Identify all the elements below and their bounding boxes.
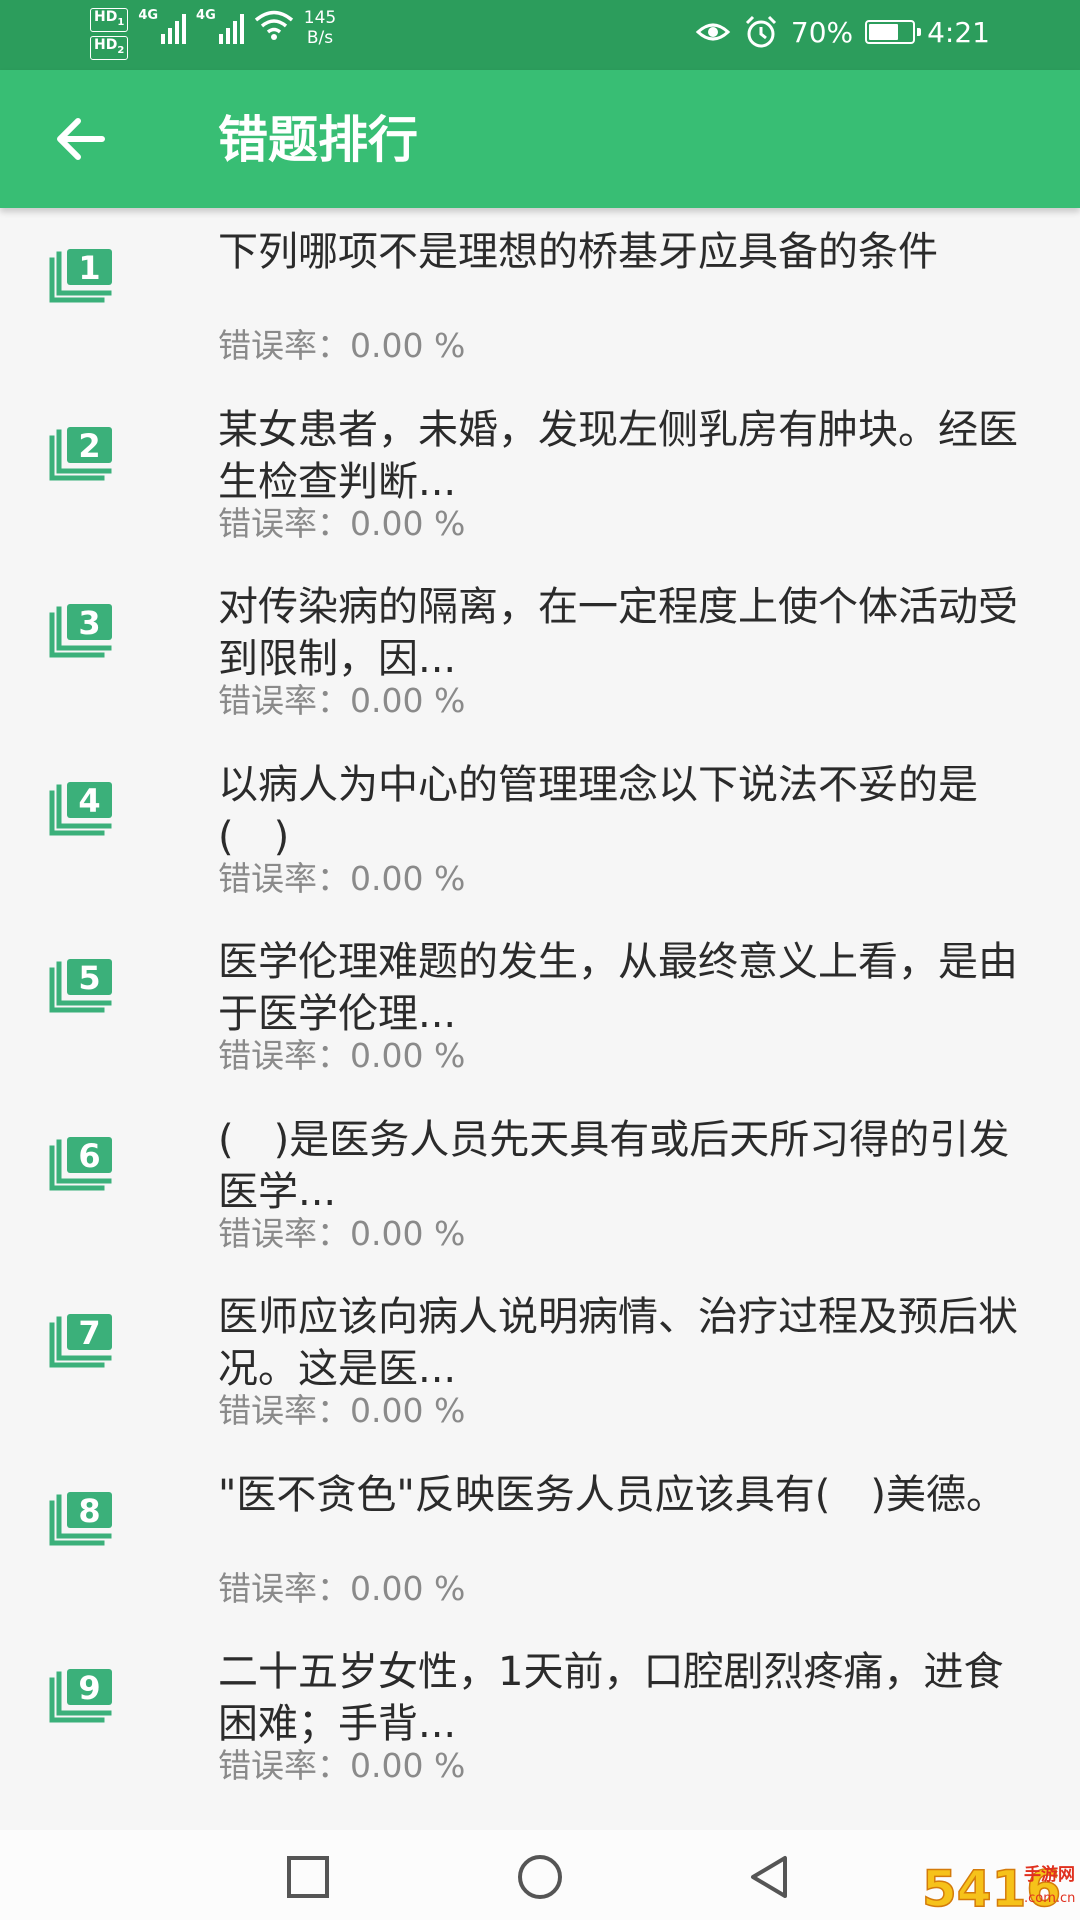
rank-number: 8 xyxy=(78,1492,100,1530)
question-text: 医师应该向病人说明病情、治疗过程及预后状况。这是医... xyxy=(218,1294,1018,1392)
rank-number: 7 xyxy=(78,1314,100,1352)
rank-badge-icon: 6 xyxy=(49,1136,112,1190)
question-text: 二十五岁女性，1天前，口腔剧烈疼痛，进食困难；手背... xyxy=(218,1649,1004,1747)
wrong-question-list: 1 下列哪项不是理想的桥基牙应具备的条件 错误率：0.00 % 2 某女患者，未… xyxy=(0,208,1080,1806)
error-rate: 错误率：0.00 % xyxy=(218,681,466,720)
error-rate: 错误率：0.00 % xyxy=(218,503,466,543)
watermark-text-bottom: .com.cn xyxy=(1024,1891,1075,1906)
wifi-icon xyxy=(254,10,293,40)
watermark-text-top: 手游网 xyxy=(1024,1864,1075,1885)
question-text: "医不贪色"反映医务人员应该具有( )美德。 xyxy=(218,1471,1007,1518)
question-text: 以病人为中心的管理理念以下说法不妥的是( ) xyxy=(218,761,978,860)
back-triangle-icon[interactable] xyxy=(745,1852,795,1902)
question-text: 某女患者，未婚，发现左侧乳房有肿块。经医生检查判断... xyxy=(218,406,1018,505)
error-rate: 错误率：0.00 % xyxy=(218,1391,466,1430)
alarm-icon xyxy=(745,15,776,48)
list-item[interactable]: 8 "医不贪色"反映医务人员应该具有( )美德。 错误率：0.00 % xyxy=(0,1451,1080,1629)
signal-icon-1: 4G xyxy=(138,8,187,44)
list-item[interactable]: 7 医师应该向病人说明病情、治疗过程及预后状况。这是医... 错误率：0.00 … xyxy=(0,1273,1080,1451)
list-item[interactable]: 1 下列哪项不是理想的桥基牙应具备的条件 错误率：0.00 % xyxy=(0,208,1080,386)
status-bar: HD1 HD2 4G 4G 145 B/s 70% 4:21 xyxy=(0,0,1080,70)
site-watermark-logo: 5416 手游网 .com.cn xyxy=(921,1859,1075,1919)
home-circle-icon[interactable] xyxy=(515,1852,565,1902)
back-arrow-icon[interactable] xyxy=(50,109,110,169)
question-text: ( )是医务人员先天具有或后天所习得的引发医学... xyxy=(218,1116,1010,1215)
recents-square-icon[interactable] xyxy=(283,1852,333,1902)
list-item[interactable]: 5 医学伦理难题的发生，从最终意义上看，是由于医学伦理... 错误率：0.00 … xyxy=(0,918,1080,1096)
clock: 4:21 xyxy=(927,15,990,49)
network-speed: 145 B/s xyxy=(303,8,337,48)
rank-badge-icon: 7 xyxy=(49,1314,112,1368)
error-rate: 错误率：0.00 % xyxy=(218,1746,466,1785)
rank-badge-icon: 2 xyxy=(49,426,112,480)
navigation-bar xyxy=(0,1830,1080,1920)
error-rate: 错误率：0.00 % xyxy=(218,1213,466,1253)
question-text: 下列哪项不是理想的桥基牙应具备的条件 xyxy=(218,229,938,275)
app-bar: 错题排行 xyxy=(0,70,1080,208)
page-title: 错题排行 xyxy=(218,111,418,169)
list-item[interactable]: 2 某女患者，未婚，发现左侧乳房有肿块。经医生检查判断... 错误率：0.00 … xyxy=(0,386,1080,564)
rank-number: 4 xyxy=(78,782,100,820)
error-rate: 错误率：0.00 % xyxy=(218,858,466,898)
list-item[interactable]: 4 以病人为中心的管理理念以下说法不妥的是( ) 错误率：0.00 % xyxy=(0,741,1080,919)
question-text: 对传染病的隔离，在一定程度上使个体活动受到限制，因... xyxy=(218,584,1018,682)
battery-percent: 70% xyxy=(790,15,854,49)
hd-badge-1: HD1 xyxy=(90,8,129,32)
rank-number: 1 xyxy=(78,249,100,287)
rank-badge-icon: 9 xyxy=(49,1669,112,1723)
signal-icon-2: 4G xyxy=(196,8,244,44)
list-item[interactable]: 9 二十五岁女性，1天前，口腔剧烈疼痛，进食困难；手背... 错误率：0.00 … xyxy=(0,1628,1080,1806)
battery-icon xyxy=(865,20,922,44)
rank-badge-icon: 4 xyxy=(49,781,112,835)
eye-icon xyxy=(695,23,731,41)
rank-number: 9 xyxy=(78,1669,100,1707)
rank-number: 5 xyxy=(78,959,100,997)
question-text: 医学伦理难题的发生，从最终意义上看，是由于医学伦理... xyxy=(218,939,1018,1037)
rank-badge-icon: 3 xyxy=(49,604,112,658)
rank-badge-icon: 5 xyxy=(49,959,112,1013)
list-item[interactable]: 6 ( )是医务人员先天具有或后天所习得的引发医学... 错误率：0.00 % xyxy=(0,1096,1080,1274)
error-rate: 错误率：0.00 % xyxy=(218,326,466,365)
hd-badge-2: HD2 xyxy=(90,35,129,60)
error-rate: 错误率：0.00 % xyxy=(218,1036,466,1075)
error-rate: 错误率：0.00 % xyxy=(218,1568,466,1608)
rank-number: 6 xyxy=(78,1137,100,1175)
rank-number: 3 xyxy=(78,604,100,642)
rank-badge-icon: 1 xyxy=(49,249,112,303)
rank-number: 2 xyxy=(78,427,100,465)
list-item[interactable]: 3 对传染病的隔离，在一定程度上使个体活动受到限制，因... 错误率：0.00 … xyxy=(0,563,1080,741)
rank-badge-icon: 8 xyxy=(49,1491,112,1545)
